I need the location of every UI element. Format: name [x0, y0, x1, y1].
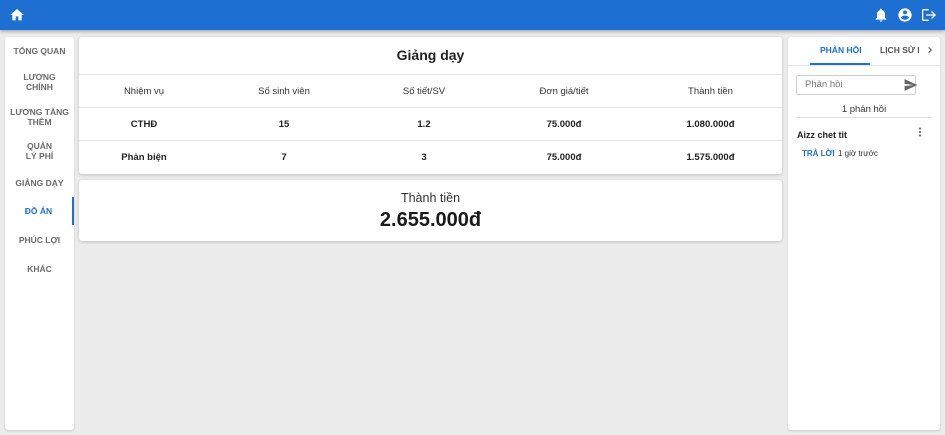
- sidebar-item-khac[interactable]: KHÁC: [5, 264, 74, 274]
- sidebar-item-tong-quan[interactable]: TỔNG QUAN: [5, 46, 74, 56]
- comment-time: 1 giờ trước: [838, 149, 878, 158]
- column-header: Đơn giá/tiết: [539, 86, 589, 97]
- table-cell: Phản biện: [121, 152, 167, 163]
- home-icon[interactable]: [9, 7, 25, 23]
- sidebar-item-quan-ly-phi[interactable]: QUẢN LÝ PHÍ: [5, 141, 74, 161]
- sidebar-item-phuc-loi[interactable]: PHÚC LỢI: [5, 235, 74, 245]
- sidebar-item-luong-chinh[interactable]: LƯƠNG CHÍNH: [5, 72, 74, 92]
- table-cell: 1.575.000đ: [686, 152, 735, 163]
- column-header: Thành tiền: [688, 86, 733, 97]
- teaching-card: Giảng dạy Nhiệm vụ Số sinh viên Số tiết/…: [79, 37, 782, 174]
- comment-author: Aizz chet tit: [797, 130, 848, 140]
- table-cell: 75.000đ: [546, 152, 582, 163]
- page-title: Giảng dạy: [396, 47, 465, 63]
- table-cell: 1.2: [417, 119, 431, 130]
- feedback-count: 1 phản hồi: [841, 104, 887, 115]
- table-cell: CTHĐ: [130, 119, 158, 130]
- column-header: Số tiết/SV: [402, 86, 446, 97]
- total-label: Thành tiền: [400, 191, 461, 205]
- tab-phan-hoi[interactable]: PHẢN HỒI: [820, 45, 862, 55]
- chevron-right-icon[interactable]: [924, 44, 936, 56]
- tab-lich-su[interactable]: LỊCH SỬ I: [880, 45, 920, 55]
- more-vertical-icon[interactable]: [916, 126, 924, 138]
- tabs-divider: [788, 65, 940, 66]
- table-cell: 3: [421, 152, 427, 163]
- logout-icon[interactable]: [920, 7, 936, 23]
- table-row: CTHĐ 15 1.2 75.000đ 1.080.000đ: [79, 107, 782, 140]
- sidebar-item-do-an[interactable]: ĐỒ ÁN: [5, 197, 74, 225]
- sidebar-item-giang-day[interactable]: GIẢNG DẠY: [5, 178, 74, 188]
- table-row: Phản biện 7 3 75.000đ 1.575.000đ: [79, 140, 782, 173]
- feedback-panel: PHẢN HỒI LỊCH SỬ I Phản hồi 1 phản hồi A…: [788, 37, 940, 430]
- reply-button[interactable]: TRẢ LỜI: [802, 149, 835, 158]
- table-header-row: Nhiệm vụ Số sinh viên Số tiết/SV Đơn giá…: [79, 74, 782, 107]
- app-bar: [0, 0, 945, 30]
- sidebar-item-luong-tang-them[interactable]: LƯƠNG TĂNG THÊM: [5, 107, 74, 127]
- column-header: Số sinh viên: [258, 86, 310, 97]
- table-cell: 15: [278, 119, 290, 130]
- bell-icon[interactable]: [873, 7, 889, 23]
- total-value: 2.655.000đ: [379, 209, 482, 231]
- total-card: Thành tiền 2.655.000đ: [79, 180, 782, 241]
- table-cell: 7: [281, 152, 287, 163]
- send-icon[interactable]: [904, 79, 918, 91]
- sidebar: TỔNG QUAN LƯƠNG CHÍNH LƯƠNG TĂNG THÊM QU…: [5, 37, 74, 430]
- table-cell: 75.000đ: [546, 119, 582, 130]
- divider: [796, 117, 932, 118]
- column-header: Nhiệm vụ: [123, 86, 165, 97]
- feedback-input[interactable]: Phản hồi: [796, 75, 916, 95]
- account-circle-icon[interactable]: [897, 7, 913, 23]
- table-cell: 1.080.000đ: [686, 119, 735, 130]
